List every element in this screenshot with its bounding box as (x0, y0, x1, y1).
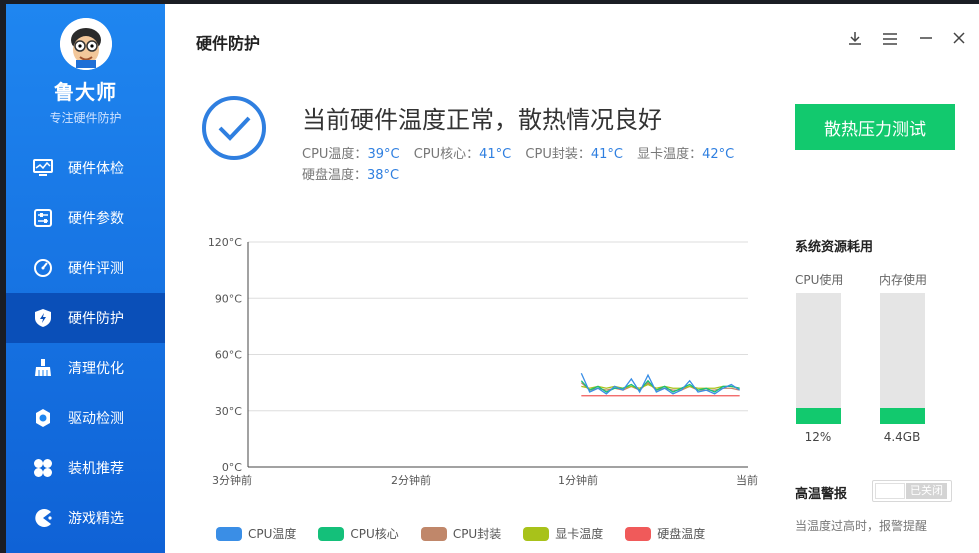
cpu-usage-label: CPU使用 (795, 273, 844, 287)
disk-temp-label: 硬盘温度： (302, 168, 368, 183)
gear-icon (32, 407, 54, 429)
sidebar-item-label: 驱动检测 (68, 411, 124, 427)
temperature-readouts: CPU温度：39°C CPU核心：41°C CPU封装：41°C 显卡温度：42… (302, 144, 762, 186)
gamepad-icon (32, 507, 54, 529)
stress-test-button[interactable]: 散热压力测试 (795, 104, 955, 150)
mem-usage-bar (880, 293, 925, 424)
legend-label: CPU封装 (452, 527, 502, 541)
y-tick-label: 0°C (222, 461, 242, 474)
y-tick-label: 60°C (215, 349, 242, 362)
legend-label: CPU核心 (350, 527, 399, 541)
app-name: 鲁大师 (54, 80, 117, 104)
sliders-icon (32, 207, 54, 229)
download-button[interactable] (844, 28, 866, 50)
mem-usage-value: 4.4GB (883, 430, 921, 444)
close-icon (952, 30, 966, 49)
x-tick-label: 2分钟前 (391, 473, 431, 487)
legend-swatch (523, 526, 550, 541)
legend-label: 硬盘温度 (657, 527, 706, 541)
monitor-icon (32, 157, 54, 179)
gpu-temp-value: 42°C (702, 147, 735, 162)
sidebar-nav: 硬件体检 硬件参数 硬件评测 硬件防护 清理优化 驱动检测 装机推荐 游戏精选 (6, 143, 165, 543)
x-tick-label: 1分钟前 (558, 473, 598, 487)
menu-button[interactable] (879, 28, 901, 50)
high-temp-alarm-desc: 当温度过高时，报警提醒 (795, 519, 928, 533)
y-tick-label: 30°C (215, 405, 242, 418)
y-tick-label: 90°C (215, 292, 242, 305)
temperature-chart: 120°C 90°C 60°C 30°C 0°C3分钟前 2分钟前 1分钟前 当前 (208, 236, 758, 487)
high-temp-alarm-toggle[interactable]: 已关闭 (872, 480, 952, 502)
download-icon (848, 30, 862, 49)
cpu-temp-value: 39°C (367, 147, 400, 162)
sidebar-item-label: 硬件参数 (68, 211, 124, 227)
legend-swatch (625, 526, 652, 541)
series-line-2 (580, 381, 740, 391)
cpu-usage-fill (796, 408, 841, 424)
sidebar-item-label: 硬件评测 (68, 261, 124, 277)
legend-swatch (216, 526, 242, 541)
cpu-package-label: CPU封装： (525, 147, 591, 162)
menu-icon (882, 30, 898, 49)
shield-icon (32, 307, 54, 329)
cpu-usage-value: 12% (804, 430, 832, 444)
minimize-icon (919, 30, 933, 49)
gauge-icon (32, 257, 54, 279)
x-tick-label: 3分钟前 (212, 473, 252, 487)
sidebar-item-label: 游戏精选 (68, 511, 124, 527)
sidebar-item-label: 硬件防护 (68, 311, 124, 327)
legend-label: CPU温度 (248, 527, 297, 541)
sidebar-item-hardware-protect[interactable]: 硬件防护 (6, 293, 165, 343)
status-title: 当前硬件温度正常，散热情况良好 (302, 106, 662, 134)
mem-usage-fill (880, 408, 925, 424)
app-logo-block: 鲁大师 专注硬件防护 (6, 18, 165, 126)
sidebar-item-game-picks[interactable]: 游戏精选 (6, 493, 165, 543)
chart-legend: CPU温度 CPU核心 CPU封装 显卡温度 硬盘温度 (216, 525, 727, 542)
legend-swatch (420, 526, 447, 541)
cpu-usage-bar (796, 293, 841, 424)
sidebar-item-label: 装机推荐 (68, 461, 124, 477)
sidebar-item-hardware-check[interactable]: 硬件体检 (6, 143, 165, 193)
legend-item: CPU封装 (420, 525, 502, 542)
legend-item: 显卡温度 (523, 525, 603, 542)
grid-icon (32, 457, 54, 479)
sidebar-item-label: 硬件体检 (68, 161, 124, 177)
cpu-temp-label: CPU温度： (302, 147, 368, 162)
check-circle-icon (200, 94, 268, 162)
app-window: 鲁大师 专注硬件防护 硬件体检 硬件参数 硬件评测 硬件防护 清理优化 驱动检测… (6, 4, 979, 553)
mem-usage-label: 内存使用 (879, 273, 928, 287)
y-tick-label: 120°C (208, 236, 242, 249)
cpu-core-label: CPU核心： (413, 147, 480, 162)
resource-title: 系统资源耗用 (795, 240, 874, 255)
toggle-knob (875, 483, 905, 499)
sidebar-item-build-recommend[interactable]: 装机推荐 (6, 443, 165, 493)
sidebar: 鲁大师 专注硬件防护 硬件体检 硬件参数 硬件评测 硬件防护 清理优化 驱动检测… (6, 4, 165, 553)
gpu-temp-label: 显卡温度： (637, 147, 703, 162)
disk-temp-value: 38°C (367, 168, 400, 183)
sidebar-item-driver-detect[interactable]: 驱动检测 (6, 393, 165, 443)
legend-item: CPU温度 (216, 525, 296, 542)
mascot-avatar (59, 18, 112, 70)
sidebar-item-hardware-bench[interactable]: 硬件评测 (6, 243, 165, 293)
app-subtitle: 专注硬件防护 (49, 111, 122, 125)
sidebar-item-label: 清理优化 (68, 361, 124, 377)
broom-icon (32, 357, 54, 379)
sidebar-item-clean-optimize[interactable]: 清理优化 (6, 343, 165, 393)
minimize-button[interactable] (915, 28, 937, 50)
page-title: 硬件防护 (196, 34, 261, 53)
legend-label: 显卡温度 (555, 527, 604, 541)
legend-swatch (318, 526, 345, 541)
cpu-package-value: 41°C (590, 147, 623, 162)
legend-item: 硬盘温度 (625, 525, 705, 542)
close-button[interactable] (948, 28, 970, 50)
x-tick-label: 当前 (736, 473, 758, 487)
toggle-state-text: 已关闭 (906, 483, 947, 499)
sidebar-item-hardware-params[interactable]: 硬件参数 (6, 193, 165, 243)
high-temp-alarm-title: 高温警报 (795, 487, 848, 502)
legend-item: CPU核心 (318, 525, 399, 542)
cpu-core-value: 41°C (479, 147, 512, 162)
